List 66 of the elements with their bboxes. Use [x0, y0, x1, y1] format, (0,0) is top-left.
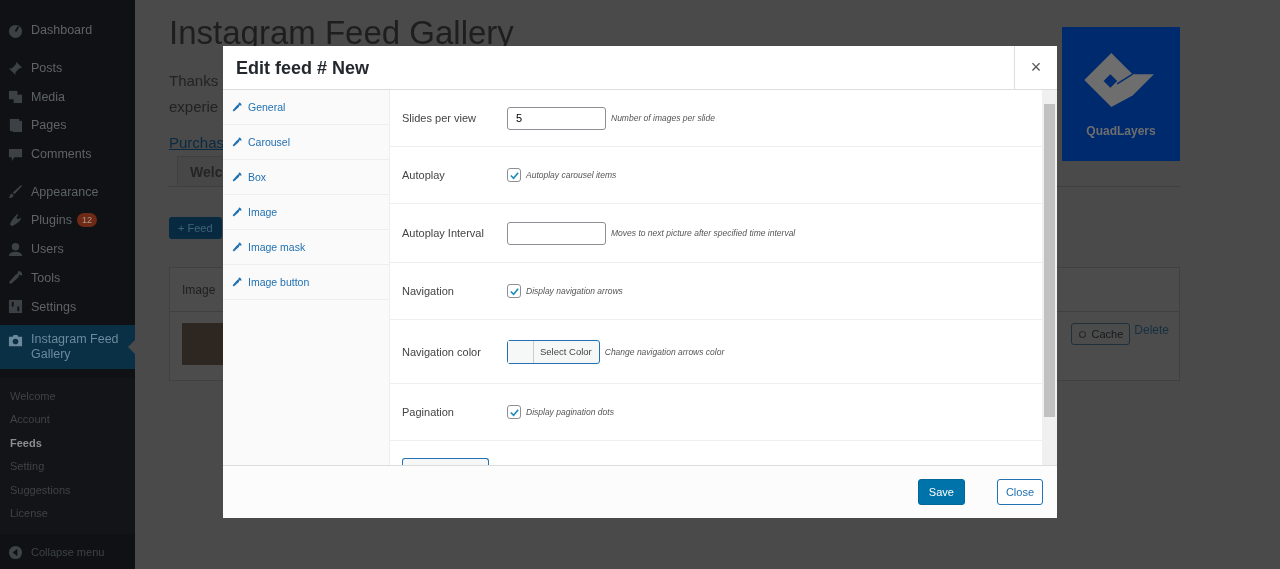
delete-link[interactable]: Delete — [1134, 323, 1169, 337]
refresh-icon — [1077, 329, 1087, 339]
field-description: Display pagination dots — [526, 407, 614, 417]
menu-item[interactable]: Appearance — [0, 177, 135, 207]
add-feed-button[interactable]: + Feed — [169, 217, 222, 239]
nav-tab[interactable]: Image button — [223, 265, 389, 300]
wrench-icon — [8, 270, 23, 286]
menu-item[interactable]: Comments — [0, 139, 135, 169]
color-picker-button[interactable]: Select Color — [507, 339, 600, 364]
collapse-icon — [8, 544, 23, 560]
wrench-icon — [232, 207, 242, 217]
menu-item[interactable]: Tools — [0, 263, 135, 293]
field-label: Slides per view — [402, 112, 477, 124]
field-label: Navigation color — [402, 345, 482, 358]
plug-icon — [8, 212, 23, 228]
checkbox[interactable] — [507, 405, 521, 419]
input-field[interactable]: 5 — [507, 106, 606, 130]
nav-tab[interactable]: Box — [223, 160, 389, 195]
save-button[interactable]: Save — [917, 479, 965, 505]
user-icon — [8, 241, 23, 257]
modal-title: Edit feed # New — [235, 57, 370, 80]
wrench-icon — [232, 137, 242, 147]
menu-item[interactable]: Media — [0, 82, 135, 112]
brush-icon — [8, 184, 23, 200]
field-description: Number of images per slide — [611, 113, 715, 123]
nav-tab[interactable]: Image — [223, 195, 389, 230]
menu-item[interactable]: Users — [0, 234, 135, 264]
pages-icon — [8, 117, 23, 133]
pointer-arrow — [128, 339, 135, 354]
field-label: Autoplay Interval — [402, 227, 485, 239]
menu-item[interactable]: Posts — [0, 53, 135, 83]
scrollbar[interactable] — [1042, 90, 1057, 465]
update-count-badge: 12 — [77, 213, 97, 228]
submenu-item[interactable]: Feeds — [0, 431, 135, 456]
comment-icon — [8, 146, 23, 162]
photo-placeholder — [182, 323, 223, 365]
checkbox[interactable] — [507, 168, 521, 182]
settings-icon — [8, 299, 23, 315]
menu-item[interactable]: Dashboard — [0, 16, 135, 45]
input-field[interactable] — [507, 221, 606, 245]
checkbox[interactable] — [507, 284, 521, 298]
camera-icon — [8, 332, 23, 348]
nav-tab[interactable]: General — [223, 90, 389, 125]
nav-tab[interactable]: Carousel — [223, 125, 389, 160]
nav-tab[interactable]: Image mask — [223, 230, 389, 265]
menu-item[interactable]: Plugins 12 — [0, 206, 135, 235]
wrench-icon — [232, 277, 242, 287]
menu-item[interactable]: Pages — [0, 111, 135, 140]
field-label: Autoplay — [402, 169, 446, 181]
field-description: Display navigation arrows — [526, 286, 623, 296]
wrench-icon — [232, 242, 242, 252]
wrench-icon — [232, 102, 242, 112]
field-description: Moves to next picture after specified time interval — [611, 228, 796, 238]
menu-item[interactable]: Instagram Feed Gallery — [0, 324, 135, 369]
purchase-link[interactable]: Purchas — [169, 134, 225, 151]
menu-item[interactable]: Settings — [0, 292, 135, 321]
wrench-icon — [232, 172, 242, 182]
media-icon — [8, 89, 23, 105]
field-label: Navigation — [402, 285, 455, 297]
logo-text: QuadLayers — [1086, 123, 1156, 138]
pin-icon — [8, 60, 23, 76]
field-description: Change navigation arrows color — [604, 346, 725, 357]
dashboard-icon — [8, 22, 23, 38]
close-dialog-button[interactable]: Close — [996, 479, 1043, 505]
field-description: Autoplay carousel items — [526, 170, 617, 180]
field-label: Pagination — [402, 406, 455, 418]
